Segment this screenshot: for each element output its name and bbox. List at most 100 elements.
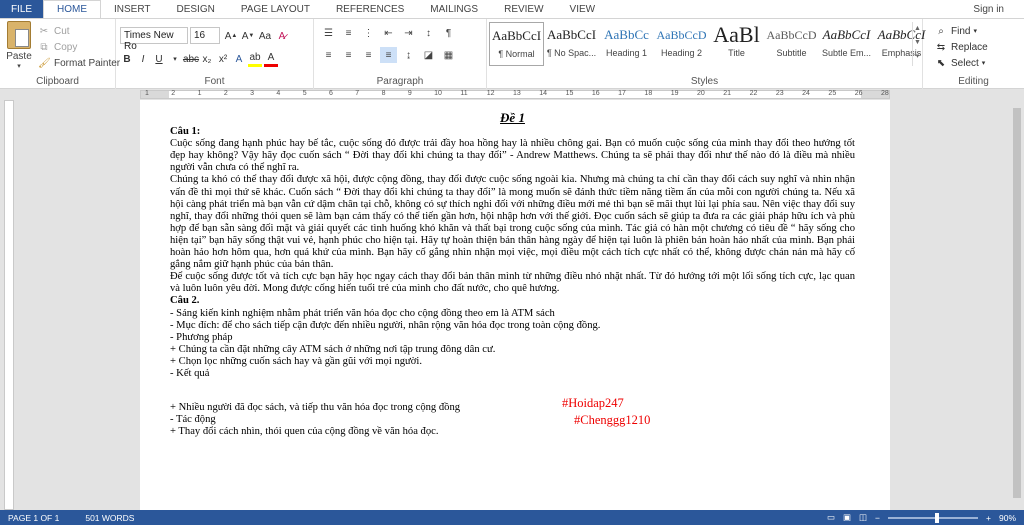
align-right-icon[interactable]: ≡ [360, 47, 377, 63]
ruler-number: 11 [460, 90, 468, 97]
superscript-icon[interactable]: x² [216, 51, 230, 67]
select-button[interactable]: ⬉ Select ▾ [935, 55, 986, 71]
style-name: ¶ Normal [498, 49, 535, 59]
format-painter-label: Format Painter [54, 57, 121, 69]
format-painter-button[interactable]: 🖌 Format Painter [38, 55, 120, 71]
zoom-slider[interactable] [888, 512, 979, 523]
text-effects-icon[interactable]: A [232, 51, 246, 67]
bullets-icon[interactable]: ☰ [320, 25, 337, 41]
italic-icon[interactable]: I [136, 51, 150, 67]
read-mode-icon[interactable]: ▭ [827, 512, 835, 523]
style-name: Heading 1 [605, 48, 648, 58]
multilevel-list-icon[interactable]: ⋮ [360, 25, 377, 41]
document-title: Đề 1 [500, 110, 525, 125]
underline-icon[interactable]: U [152, 51, 166, 67]
tab-file[interactable]: FILE [0, 0, 43, 18]
replace-button[interactable]: ⇆ Replace [935, 39, 988, 55]
tab-review[interactable]: REVIEW [491, 0, 556, 18]
ruler-number: 17 [618, 90, 626, 97]
chevron-down-icon: ▾ [973, 28, 977, 35]
zoom-level[interactable]: 90% [999, 513, 1016, 523]
justify-icon[interactable]: ≡ [380, 47, 397, 63]
style-item[interactable]: AaBbCcI ¶ Normal [489, 22, 544, 66]
font-size-select[interactable]: 16 [190, 27, 220, 44]
tab-references[interactable]: REFERENCES [323, 0, 417, 18]
document-body[interactable]: Đề 1 Câu 1: Cuộc sống đang hạnh phúc hay… [170, 110, 855, 438]
paragraph-group: ☰ ≡ ⋮ ⇤ ⇥ ↕ ¶ ≡ ≡ ≡ ≡ ↨ ◪ ▦ Paragraph [314, 19, 487, 89]
line-spacing-icon[interactable]: ↨ [400, 47, 417, 63]
strikethrough-icon[interactable]: abc [183, 51, 199, 67]
page-count[interactable]: PAGE 1 OF 1 [8, 513, 59, 523]
clipboard-group: Paste ▾ ✂ Cut ⧉ Copy 🖌 Format Painter Cl… [0, 19, 120, 89]
ruler-number: 3 [250, 90, 255, 97]
styles-scroll[interactable]: ▲ ▼ ▾ [912, 22, 922, 66]
ruler-number: 28 [881, 90, 889, 97]
document-page[interactable]: Đề 1 Câu 1: Cuộc sống đang hạnh phúc hay… [140, 100, 890, 510]
paragraph-2: Chúng ta khó có thể thay đổi được xã hội… [170, 174, 855, 271]
numbering-icon[interactable]: ≡ [340, 25, 357, 41]
pilcrow-icon[interactable]: ¶ [440, 25, 457, 41]
scrollbar-thumb[interactable] [1013, 108, 1021, 498]
tab-design[interactable]: DESIGN [164, 0, 228, 18]
tab-page-layout[interactable]: PAGE LAYOUT [228, 0, 323, 18]
align-center-icon[interactable]: ≡ [340, 47, 357, 63]
style-preview: AaBbCcI [822, 27, 871, 42]
clipboard-group-label: Clipboard [36, 76, 79, 87]
ruler-number: 1 [197, 90, 202, 97]
clear-format-icon[interactable]: A̷ [275, 28, 289, 44]
tab-insert[interactable]: INSERT [101, 0, 164, 18]
ruler-number: 21 [723, 90, 732, 97]
find-button[interactable]: ⌕ Find ▾ [935, 23, 977, 39]
web-layout-icon[interactable]: ◫ [859, 512, 867, 523]
ruler-number: 18 [644, 90, 653, 97]
paste-button[interactable]: Paste ▾ [4, 21, 34, 75]
tab-view[interactable]: VIEW [557, 0, 609, 18]
paragraph-1: Cuộc sống đang hạnh phúc hay bế tắc, cuộ… [170, 138, 855, 174]
subscript-icon[interactable]: x₂ [200, 51, 214, 67]
tab-home[interactable]: HOME [43, 0, 101, 19]
cursor-icon: ⬉ [936, 57, 946, 69]
ruler-number: 12 [486, 90, 495, 97]
bold-icon[interactable]: B [120, 51, 134, 67]
style-item[interactable]: AaBbCc Heading 1 [599, 22, 654, 66]
zoom-out-icon[interactable]: − [875, 513, 880, 523]
tab-mailings[interactable]: MAILINGS [417, 0, 491, 18]
font-name-select[interactable]: Times New Ro [120, 27, 188, 52]
style-name: Title [728, 48, 745, 58]
decrease-indent-icon[interactable]: ⇤ [380, 25, 397, 41]
ruler-number: 2 [171, 90, 176, 97]
change-case-icon[interactable]: Aa [258, 28, 272, 44]
style-item[interactable]: AaBbCcI ¶ No Spac... [544, 22, 599, 66]
cut-label: Cut [54, 25, 70, 37]
grow-font-icon[interactable]: A ▲ [224, 28, 238, 44]
borders-icon[interactable]: ▦ [440, 47, 457, 63]
hashtag-chenggg: #Chenggg1210 [574, 413, 651, 427]
sort-icon[interactable]: ↕ [420, 25, 437, 41]
style-name: ¶ No Spac... [546, 48, 597, 58]
copy-button[interactable]: ⧉ Copy [38, 39, 77, 55]
copy-label: Copy [54, 41, 78, 53]
align-left-icon[interactable]: ≡ [320, 47, 337, 63]
ruler-number: 8 [381, 90, 386, 97]
shrink-font-icon[interactable]: A ▼ [241, 28, 255, 44]
style-item[interactable]: AaBbCcD Heading 2 [654, 22, 709, 66]
style-name: Subtitle [776, 48, 807, 58]
print-layout-icon[interactable]: ▣ [843, 512, 851, 523]
chevron-down-icon[interactable]: ▾ [168, 51, 182, 67]
cut-button[interactable]: ✂ Cut [38, 23, 70, 39]
word-count[interactable]: 501 WORDS [85, 513, 134, 523]
sign-in-link[interactable]: Sign in [973, 0, 1024, 18]
highlight-icon[interactable]: ab [248, 51, 262, 67]
horizontal-ruler[interactable]: 1 2 1 2 3 4 5 6 7 8 9 10 11 12 13 14 15 16 17 18 19 20 21 22 23 2… [0, 89, 1024, 100]
shading-icon[interactable]: ◪ [420, 47, 437, 63]
font-color-icon[interactable]: A [264, 51, 278, 67]
increase-indent-icon[interactable]: ⇥ [400, 25, 417, 41]
vertical-scrollbar[interactable] [1010, 100, 1024, 510]
style-item[interactable]: AaBbCcI Subtle Em... [819, 22, 874, 66]
style-item[interactable]: AaBbCcD Subtitle [764, 22, 819, 66]
zoom-in-icon[interactable]: + [986, 513, 991, 523]
style-item[interactable]: AaBl Title [709, 22, 764, 66]
zoom-slider-thumb[interactable] [935, 512, 940, 523]
vertical-ruler[interactable] [4, 100, 14, 510]
scissors-icon: ✂ [39, 25, 49, 37]
